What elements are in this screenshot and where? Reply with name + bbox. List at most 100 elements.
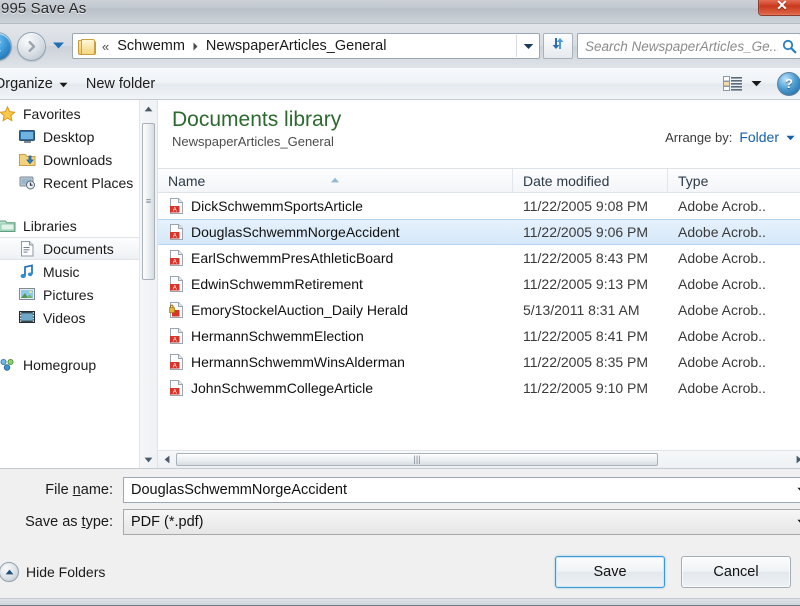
sort-ascending-icon — [330, 170, 340, 186]
sidebar-item-recent-places[interactable]: Recent Places — [0, 171, 140, 194]
search-input[interactable]: Search NewspaperArticles_Ge... — [578, 39, 778, 54]
file-date: 11/22/2005 9:08 PM — [523, 198, 649, 214]
column-header-date-modified[interactable]: Date modified — [513, 169, 668, 192]
address-bar[interactable]: « Schwemm NewspaperArticles_General — [72, 33, 540, 59]
cancel-button[interactable]: Cancel — [681, 556, 791, 588]
help-button[interactable]: ? — [777, 71, 800, 96]
table-row[interactable]: A DouglasSchwemmNorgeAccident 11/22/2005… — [158, 219, 800, 245]
file-type: Adobe Acrob.. — [678, 354, 766, 370]
chevron-down-icon[interactable] — [786, 128, 795, 146]
help-icon: ? — [785, 76, 793, 91]
library-title-block: Documents library NewspaperArticles_Gene… — [172, 108, 341, 149]
save-as-type-value[interactable]: PDF (*.pdf) — [124, 514, 793, 530]
file-name-dropdown-button[interactable] — [793, 487, 800, 493]
chevron-down-icon — [52, 37, 65, 55]
sidebar-label: Desktop — [43, 128, 95, 145]
pdf-icon: A — [169, 354, 184, 370]
save-button[interactable]: Save — [555, 556, 665, 588]
file-date: 11/22/2005 9:10 PM — [523, 380, 649, 396]
library-header: Documents library NewspaperArticles_Gene… — [158, 100, 800, 168]
file-name-input[interactable]: DouglasSchwemmNorgeAccident — [124, 482, 793, 498]
sidebar-label: Libraries — [23, 217, 77, 234]
sidebar-item-pictures[interactable]: Pictures — [0, 283, 140, 306]
scroll-up-button[interactable] — [140, 100, 157, 117]
pictures-icon — [19, 287, 36, 303]
close-button[interactable]: ✕ — [758, 0, 800, 16]
hide-folders-button[interactable]: Hide Folders — [0, 562, 105, 582]
sidebar-item-documents[interactable]: Documents — [0, 237, 140, 260]
table-row[interactable]: A HermannSchwemmElection 11/22/2005 8:41… — [158, 323, 800, 349]
scroll-down-button[interactable] — [140, 451, 157, 468]
toolbar-right-group: ? — [721, 71, 800, 96]
sidebar-item-favorites[interactable]: Favorites — [0, 102, 140, 125]
table-row[interactable]: A JohnSchwemmCollegeArticle 11/22/2005 9… — [158, 375, 800, 401]
breadcrumb: « Schwemm NewspaperArticles_General — [73, 37, 516, 55]
scrollbar-thumb[interactable]: ≡ — [142, 123, 155, 280]
sidebar-item-desktop[interactable]: Desktop — [0, 125, 140, 148]
svg-text:A: A — [173, 389, 177, 395]
scrollbar-track[interactable]: ||| — [175, 451, 790, 468]
breadcrumb-item-0[interactable]: Schwemm — [114, 37, 188, 55]
label-part: Save as — [25, 514, 82, 530]
save-as-dialog: 995 Save As ✕ « Schwemm NewspaperArticle… — [0, 0, 800, 606]
file-name-combobox[interactable]: DouglasSchwemmNorgeAccident — [123, 477, 800, 503]
document-icon — [19, 240, 36, 257]
file-date: 11/22/2005 8:41 PM — [523, 328, 649, 344]
column-header-name[interactable]: Name — [158, 169, 513, 192]
save-as-type-dropdown-button[interactable] — [793, 519, 800, 525]
window-bottom-edge — [0, 598, 800, 605]
table-row[interactable]: A HermannSchwemmWinsAlderman 11/22/2005 … — [158, 349, 800, 375]
sidebar-item-videos[interactable]: Videos — [0, 306, 140, 329]
file-type: Adobe Acrob.. — [678, 380, 766, 396]
svg-text:A: A — [173, 233, 177, 239]
dialog-body: Favorites Desktop Downloads Recent Place… — [0, 100, 800, 469]
breadcrumb-item-1[interactable]: NewspaperArticles_General — [203, 37, 390, 55]
refresh-button[interactable] — [543, 33, 573, 59]
file-name-row: File name: DouglasSchwemmNorgeAccident — [1, 477, 800, 503]
file-type: Adobe Acrob.. — [678, 302, 766, 318]
column-header-type[interactable]: Type — [668, 169, 800, 192]
table-row[interactable]: A DickSchwemmSportsArticle 11/22/2005 9:… — [158, 193, 800, 219]
address-dropdown-button[interactable] — [516, 35, 539, 57]
breadcrumb-separator-icon[interactable] — [188, 41, 203, 52]
sidebar-item-homegroup[interactable]: Homegroup — [0, 353, 140, 376]
file-name: EarlSchwemmPresAthleticBoard — [191, 250, 394, 266]
scrollbar-track[interactable]: ≡ — [140, 117, 157, 451]
sidebar-item-libraries[interactable]: Libraries — [0, 214, 140, 237]
view-list-icon[interactable] — [721, 75, 743, 93]
arrange-by-value[interactable]: Folder — [739, 129, 779, 145]
organize-button[interactable]: Organize — [0, 68, 77, 99]
table-row[interactable]: EmoryStockelAuction_Daily Herald 5/13/20… — [158, 297, 800, 323]
breadcrumb-overflow-icon[interactable]: « — [100, 39, 114, 54]
pdf-icon: A — [169, 250, 184, 266]
videos-icon — [19, 310, 36, 326]
scroll-right-button[interactable] — [790, 451, 800, 468]
grip-icon: ||| — [413, 454, 421, 464]
file-name: EmoryStockelAuction_Daily Herald — [191, 302, 409, 318]
label-part: File — [45, 482, 73, 498]
file-name-cell: A HermannSchwemmElection — [158, 328, 513, 344]
scroll-left-button[interactable] — [158, 451, 175, 468]
view-options-dropdown-button[interactable] — [745, 75, 767, 93]
navigation-tree: Favorites Desktop Downloads Recent Place… — [0, 100, 140, 468]
search-box[interactable]: Search NewspaperArticles_Ge... — [577, 33, 800, 59]
back-button[interactable] — [0, 31, 12, 61]
file-name-cell: A DouglasSchwemmNorgeAccident — [158, 224, 513, 240]
save-as-type-combobox[interactable]: PDF (*.pdf) — [123, 509, 800, 535]
scrollbar-thumb[interactable]: ||| — [176, 453, 658, 466]
sidebar-group-favorites: Favorites Desktop Downloads Recent Place… — [0, 102, 140, 194]
table-row[interactable]: A EdwinSchwemmRetirement 11/22/2005 9:13… — [158, 271, 800, 297]
file-list-horizontal-scrollbar[interactable]: ||| — [158, 450, 800, 468]
dialog-footer: Hide Folders Save Cancel — [0, 545, 800, 598]
svg-text:A: A — [173, 259, 177, 265]
forward-button[interactable] — [17, 31, 46, 61]
sidebar-item-music[interactable]: Music — [0, 260, 140, 283]
navigation-pane-scrollbar[interactable]: ≡ — [139, 100, 157, 468]
label-part: ame: — [80, 482, 113, 498]
arrange-by-control[interactable]: Arrange by: Folder — [665, 108, 795, 146]
new-folder-button[interactable]: New folder — [77, 68, 164, 99]
history-dropdown-button[interactable] — [49, 34, 67, 58]
sidebar-item-downloads[interactable]: Downloads — [0, 148, 140, 171]
table-row[interactable]: A EarlSchwemmPresAthleticBoard 11/22/200… — [158, 245, 800, 271]
file-date: 11/22/2005 8:35 PM — [523, 354, 649, 370]
